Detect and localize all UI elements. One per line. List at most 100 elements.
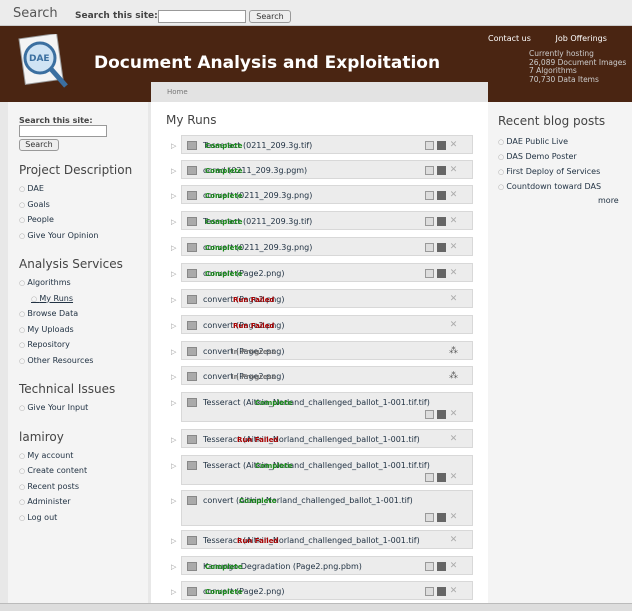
view-icon[interactable]	[425, 166, 434, 175]
run-row[interactable]: ▷ Tesseract (0211_209.3g.tif) Complete ✕	[171, 135, 473, 154]
nav-browse-data[interactable]: Browse Data	[19, 306, 148, 322]
nav-recent-posts[interactable]: Recent posts	[19, 479, 148, 495]
run-row[interactable]: ▷ convert (Page2.png) In Progress ⁂	[171, 341, 473, 360]
view-icon[interactable]	[425, 410, 434, 419]
delete-icon[interactable]: ✕	[449, 410, 458, 419]
run-row[interactable]: ▷ convert (0211_209.3g.png) Complete ✕	[171, 185, 473, 204]
expand-arrow-icon[interactable]: ▷	[171, 588, 176, 596]
run-name[interactable]: Tesseract (Aitkin_Norland_challenged_bal…	[203, 435, 420, 444]
view-icon[interactable]	[425, 243, 434, 252]
expand-arrow-icon[interactable]: ▷	[171, 537, 176, 545]
delete-icon[interactable]: ✕	[449, 513, 458, 522]
run-row[interactable]: ▷ convert (Page2.png) Run Failed ✕	[171, 315, 473, 334]
nav-log-out[interactable]: Log out	[19, 510, 148, 526]
breadcrumb-home[interactable]: Home	[167, 88, 188, 96]
nav-my-runs[interactable]: My Runs	[31, 291, 148, 307]
run-row[interactable]: ▷ Tesseract (Aitkin_Norland_challenged_ba…	[171, 429, 473, 448]
delete-icon[interactable]: ✕	[449, 243, 458, 252]
spinner-icon[interactable]: ⁂	[449, 347, 458, 356]
job-offerings-link[interactable]: Job Offerings	[555, 34, 606, 43]
nav-dae[interactable]: DAE	[19, 181, 148, 197]
blog-item[interactable]: DAE Public Live	[498, 134, 632, 149]
delete-icon[interactable]: ✕	[449, 141, 458, 150]
delete-icon[interactable]: ✕	[449, 166, 458, 175]
run-row[interactable]: ▷ Tesseract (Aitkin_Norland_challenged_ba…	[171, 455, 473, 485]
more-link[interactable]: more	[598, 196, 619, 205]
run-row[interactable]: ▷ convert (Aitkin_Norland_challenged_ball…	[171, 490, 473, 526]
expand-arrow-icon[interactable]: ▷	[171, 373, 176, 381]
delete-icon[interactable]: ✕	[449, 217, 458, 226]
download-icon[interactable]	[437, 587, 446, 596]
nav-repository[interactable]: Repository	[19, 337, 148, 353]
expand-arrow-icon[interactable]: ▷	[171, 563, 176, 571]
top-search-button[interactable]: Search	[249, 10, 291, 23]
view-icon[interactable]	[425, 587, 434, 596]
download-icon[interactable]	[437, 513, 446, 522]
expand-arrow-icon[interactable]: ▷	[171, 192, 176, 200]
horizontal-scrollbar[interactable]	[0, 603, 632, 611]
run-name[interactable]: Tesseract (Aitkin_Norland_challenged_bal…	[203, 461, 430, 470]
view-icon[interactable]	[425, 269, 434, 278]
site-title[interactable]: Document Analysis and Exploitation	[94, 53, 440, 73]
view-icon[interactable]	[425, 562, 434, 571]
dae-logo-icon[interactable]: DAE	[16, 34, 72, 92]
nav-create-content[interactable]: Create content	[19, 463, 148, 479]
expand-arrow-icon[interactable]: ▷	[171, 167, 176, 175]
run-row[interactable]: ▷ ocrad (0211_209.3g.pgm) Complete ✕	[171, 160, 473, 179]
download-icon[interactable]	[437, 141, 446, 150]
expand-arrow-icon[interactable]: ▷	[171, 348, 176, 356]
expand-arrow-icon[interactable]: ▷	[171, 497, 176, 505]
run-row[interactable]: ▷ convert (Page2.png) In Progress ⁂	[171, 366, 473, 385]
blog-item[interactable]: DAS Demo Poster	[498, 149, 632, 164]
nav-people[interactable]: People	[19, 212, 148, 228]
delete-icon[interactable]: ✕	[449, 473, 458, 482]
delete-icon[interactable]: ✕	[449, 295, 458, 304]
expand-arrow-icon[interactable]: ▷	[171, 462, 176, 470]
run-name[interactable]: Tesseract (Aitkin_Norland_challenged_bal…	[203, 536, 420, 545]
expand-arrow-icon[interactable]: ▷	[171, 142, 176, 150]
view-icon[interactable]	[425, 191, 434, 200]
download-icon[interactable]	[437, 269, 446, 278]
run-row[interactable]: ▷ convert (0211_209.3g.png) Complete ✕	[171, 237, 473, 256]
nav-my-account[interactable]: My account	[19, 448, 148, 464]
view-icon[interactable]	[425, 141, 434, 150]
delete-icon[interactable]: ✕	[449, 587, 458, 596]
download-icon[interactable]	[437, 217, 446, 226]
download-icon[interactable]	[437, 473, 446, 482]
delete-icon[interactable]: ✕	[449, 435, 458, 444]
expand-arrow-icon[interactable]: ▷	[171, 244, 176, 252]
sidebar-search-button[interactable]: Search	[19, 139, 59, 151]
blog-item[interactable]: Countdown toward DAS	[498, 179, 632, 194]
run-name[interactable]: convert (Aitkin_Norland_challenged_ballo…	[203, 496, 413, 505]
download-icon[interactable]	[437, 166, 446, 175]
delete-icon[interactable]: ✕	[449, 321, 458, 330]
run-row[interactable]: ▷ convert (Page2.png) Complete ✕	[171, 263, 473, 282]
delete-icon[interactable]: ✕	[449, 562, 458, 571]
nav-administer[interactable]: Administer	[19, 494, 148, 510]
run-row[interactable]: ▷ convert (Page2.png) Complete ✕	[171, 581, 473, 600]
view-icon[interactable]	[425, 473, 434, 482]
run-row[interactable]: ▷ Tesseract (Aitkin_Norland_challenged_ba…	[171, 530, 473, 549]
run-row[interactable]: ▷ Kanungo Degradation (Page2.png.pbm) Comp…	[171, 556, 473, 575]
view-icon[interactable]	[425, 513, 434, 522]
top-search-input[interactable]	[158, 10, 246, 23]
view-icon[interactable]	[425, 217, 434, 226]
contact-us-link[interactable]: Contact us	[488, 34, 531, 43]
nav-other-resources[interactable]: Other Resources	[19, 353, 148, 369]
expand-arrow-icon[interactable]: ▷	[171, 270, 176, 278]
run-row[interactable]: ▷ convert (Page2.png) Run Failed ✕	[171, 289, 473, 308]
expand-arrow-icon[interactable]: ▷	[171, 296, 176, 304]
sidebar-search-input[interactable]	[19, 125, 107, 137]
blog-item[interactable]: First Deploy of Services	[498, 164, 632, 179]
delete-icon[interactable]: ✕	[449, 269, 458, 278]
nav-give-opinion[interactable]: Give Your Opinion	[19, 228, 148, 244]
download-icon[interactable]	[437, 191, 446, 200]
run-row[interactable]: ▷ Tesseract (Aitkin_Norland_challenged_ba…	[171, 392, 473, 422]
download-icon[interactable]	[437, 410, 446, 419]
download-icon[interactable]	[437, 562, 446, 571]
nav-algorithms[interactable]: Algorithms	[19, 275, 148, 291]
download-icon[interactable]	[437, 243, 446, 252]
nav-give-input[interactable]: Give Your Input	[19, 400, 148, 416]
expand-arrow-icon[interactable]: ▷	[171, 436, 176, 444]
run-name[interactable]: Tesseract (Aitkin_Norland_challenged_bal…	[203, 398, 430, 407]
